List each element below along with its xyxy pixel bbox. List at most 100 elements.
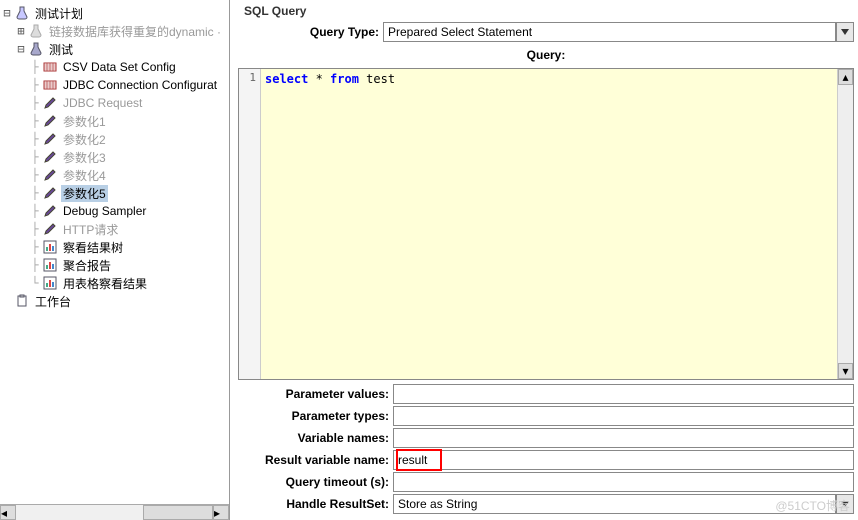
- pen-icon: [42, 131, 58, 147]
- tree-label: CSV Data Set Config: [61, 60, 178, 74]
- leaf-icon: [0, 294, 14, 308]
- variable-names-input[interactable]: [393, 428, 854, 448]
- pen-icon: [42, 203, 58, 219]
- branch-icon: ├: [28, 114, 42, 128]
- tree-item[interactable]: ├ 参数化1: [0, 112, 229, 130]
- pen-icon: [42, 185, 58, 201]
- param-types-label: Parameter types:: [238, 409, 393, 423]
- tree-test-group[interactable]: ⊟ 测试: [0, 40, 229, 58]
- pen-icon: [42, 95, 58, 111]
- dropdown-button[interactable]: [836, 494, 854, 514]
- query-type-label: Query Type:: [238, 25, 383, 39]
- param-values-label: Parameter values:: [238, 387, 393, 401]
- tree-item[interactable]: ├ JDBC Request: [0, 94, 229, 112]
- pen-icon: [42, 221, 58, 237]
- chart-icon: [42, 275, 58, 291]
- tree-label: 参数化4: [61, 167, 108, 184]
- tree-label: HTTP请求: [61, 221, 120, 238]
- query-editor[interactable]: 1 select * from test ▴ ▾: [238, 68, 854, 380]
- flask-icon: [28, 23, 44, 39]
- query-header: Query:: [238, 44, 854, 66]
- scroll-down-button[interactable]: ▾: [838, 363, 853, 379]
- csv-icon: [42, 59, 58, 75]
- test-plan-tree[interactable]: ⊟ 测试计划 ⊞ 链接数据库获得重复的dynamic · ⊟ 测试 ├ CSV D…: [0, 0, 229, 314]
- main-panel: SQL Query Query Type: Prepared Select St…: [230, 0, 858, 520]
- code-area[interactable]: select * from test: [261, 69, 837, 379]
- toggle-icon[interactable]: ⊞: [14, 24, 28, 38]
- tree-item[interactable]: ├ 参数化5: [0, 184, 229, 202]
- tree-item[interactable]: ├ 参数化3: [0, 148, 229, 166]
- tree-workbench[interactable]: 工作台: [0, 292, 229, 310]
- bottom-fields: Parameter values: Parameter types: Varia…: [238, 382, 854, 518]
- tree-label: 参数化5: [61, 185, 108, 202]
- tree-item[interactable]: ├JDBC Connection Configurat: [0, 76, 229, 94]
- tree-label: Debug Sampler: [61, 204, 148, 218]
- branch-icon: ├: [28, 204, 42, 218]
- tree-link-item[interactable]: ⊞ 链接数据库获得重复的dynamic ·: [0, 22, 229, 40]
- chart-icon: [42, 257, 58, 273]
- tree-label: 参数化3: [61, 149, 108, 166]
- tree-item[interactable]: └ 用表格察看结果: [0, 274, 229, 292]
- branch-icon: ├: [28, 78, 42, 92]
- flask-icon: [14, 5, 30, 21]
- tree-label: JDBC Request: [61, 96, 144, 110]
- branch-icon: ├: [28, 132, 42, 146]
- scroll-left-button[interactable]: ◂: [0, 505, 16, 520]
- tree-item[interactable]: ├ 聚合报告: [0, 256, 229, 274]
- result-var-input[interactable]: [393, 450, 854, 470]
- param-types-input[interactable]: [393, 406, 854, 426]
- pen-icon: [42, 149, 58, 165]
- csv-icon: [42, 77, 58, 93]
- param-values-input[interactable]: [393, 384, 854, 404]
- tree-item[interactable]: ├ 参数化4: [0, 166, 229, 184]
- tree-label: 测试: [47, 41, 75, 58]
- tree-item[interactable]: ├ 参数化2: [0, 130, 229, 148]
- clipboard-icon: [14, 293, 30, 309]
- handle-rs-select[interactable]: Store as String: [393, 494, 836, 514]
- query-type-row: Query Type: Prepared Select Statement: [238, 22, 854, 42]
- dropdown-button[interactable]: [836, 22, 854, 42]
- branch-icon: ├: [28, 222, 42, 236]
- branch-icon: ├: [28, 258, 42, 272]
- chevron-down-icon: [841, 29, 849, 35]
- tree-label: 链接数据库获得重复的dynamic ·: [47, 23, 223, 40]
- branch-icon: ├: [28, 96, 42, 110]
- tree-item[interactable]: ├ CSV Data Set Config: [0, 58, 229, 76]
- toggle-icon[interactable]: ⊟: [14, 42, 28, 56]
- variable-names-label: Variable names:: [238, 431, 393, 445]
- pen-icon: [42, 113, 58, 129]
- branch-icon: ├: [28, 150, 42, 164]
- branch-icon: ├: [28, 240, 42, 254]
- flask-icon: [28, 41, 44, 57]
- chart-icon: [42, 239, 58, 255]
- toggle-icon[interactable]: ⊟: [0, 6, 14, 20]
- tree-item[interactable]: ├ 察看结果树: [0, 238, 229, 256]
- scroll-up-button[interactable]: ▴: [838, 69, 853, 85]
- tree-root[interactable]: ⊟ 测试计划: [0, 4, 229, 22]
- tree-label: 聚合报告: [61, 257, 113, 274]
- scroll-right-button[interactable]: ▸: [213, 505, 229, 520]
- tree-label: 参数化1: [61, 113, 108, 130]
- tree-item[interactable]: ├ Debug Sampler: [0, 202, 229, 220]
- query-type-select[interactable]: Prepared Select Statement: [383, 22, 836, 42]
- line-gutter: 1: [239, 69, 261, 379]
- tree-label: 用表格察看结果: [61, 275, 149, 292]
- branch-icon: └: [28, 276, 42, 290]
- query-timeout-label: Query timeout (s):: [238, 475, 393, 489]
- query-timeout-input[interactable]: [393, 472, 854, 492]
- sql-query-title: SQL Query: [238, 2, 854, 20]
- tree-h-scrollbar[interactable]: ◂ ▸: [0, 504, 229, 520]
- pen-icon: [42, 167, 58, 183]
- branch-icon: ├: [28, 60, 42, 74]
- tree-label: 察看结果树: [61, 239, 125, 256]
- tree-panel: ⊟ 测试计划 ⊞ 链接数据库获得重复的dynamic · ⊟ 测试 ├ CSV D…: [0, 0, 230, 520]
- tree-item[interactable]: ├ HTTP请求: [0, 220, 229, 238]
- handle-rs-label: Handle ResultSet:: [238, 497, 393, 511]
- v-scrollbar[interactable]: ▴ ▾: [837, 69, 853, 379]
- branch-icon: ├: [28, 186, 42, 200]
- result-var-label: Result variable name:: [238, 453, 393, 467]
- branch-icon: ├: [28, 168, 42, 182]
- scroll-thumb[interactable]: [143, 505, 213, 520]
- tree-label: 参数化2: [61, 131, 108, 148]
- chevron-down-icon: [841, 501, 849, 507]
